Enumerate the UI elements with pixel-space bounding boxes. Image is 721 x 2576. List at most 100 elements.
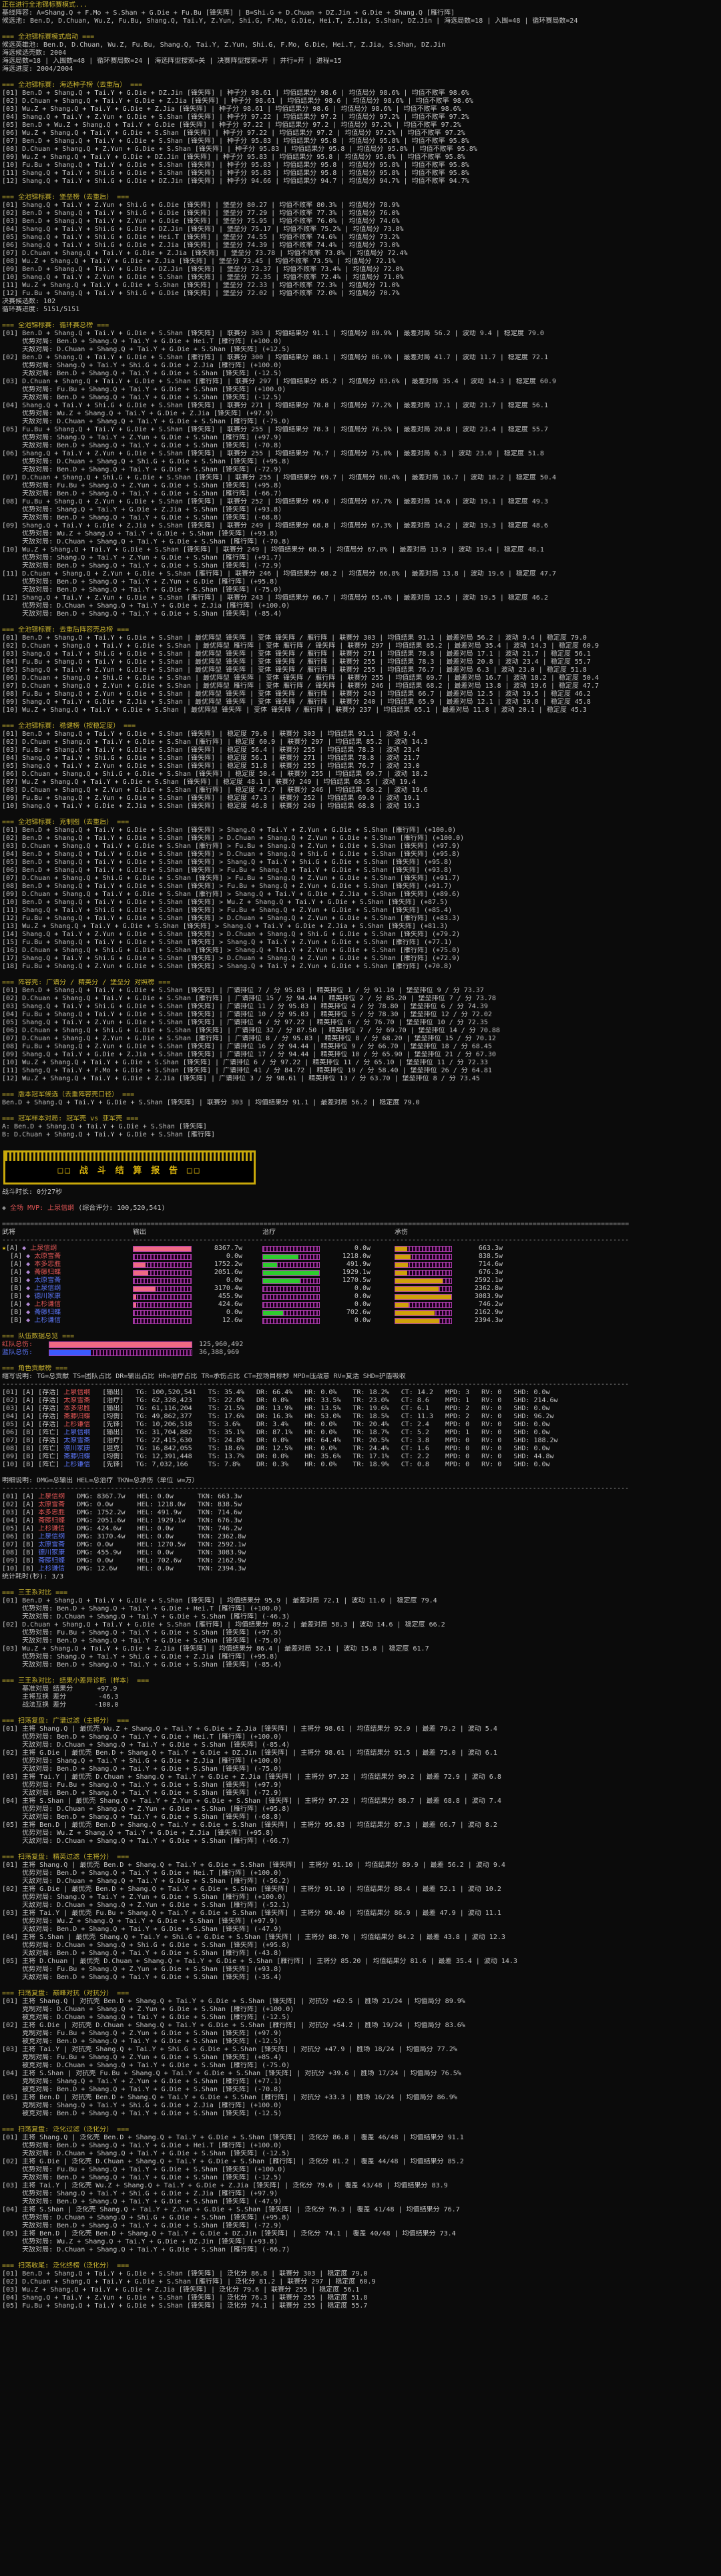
- terminal-line: [07] D.Chuan + Shang.Q + Tai.Y + G.Die +…: [2, 250, 408, 257]
- damage-value: 424.6w: [218, 1301, 242, 1308]
- section-sweep-final: === 扫荡收尾: 泛化终榜（泛化分） === [01] Ben.D + Shan…: [2, 2262, 721, 2310]
- hero-name-cell: ★[A] ◆ 上泉信纲: [2, 1245, 57, 1252]
- section-boot-status: 正在进行全池锦标赛模式... 基线阵容: A=Shang.Q + F.Mo + S…: [2, 1, 721, 33]
- tanked-bar: [395, 1277, 452, 1284]
- section-header: === 扫荡复盘: 广谱过滤（主将分） ===: [2, 1717, 130, 1725]
- healing-value: 1929.1w: [342, 1269, 371, 1276]
- section-sweep-generalize: === 扫荡复盘: 泛化过滤（泛化分） === [01] 主将 Shang.Q |…: [2, 2126, 721, 2262]
- healing-value: 491.9w: [346, 1261, 371, 1268]
- terminal-line: 海选候选壳数: 2004: [2, 49, 67, 57]
- terminal-line: [01] 主将 Shang.Q | 对抗壳 Ben.D + Shang.Q + …: [2, 1998, 465, 2005]
- terminal-line: [07] Wu.Z + Shang.Q + Tai.Y + G.Die + S.…: [2, 779, 416, 786]
- section-shell-ranking: === 全池锦标赛: 去重后阵容壳总榜 === [01] Ben.D + Shan…: [2, 626, 721, 722]
- terminal-line: 海选进度: 2004/2004: [2, 65, 73, 73]
- terminal-line: 优势对局: Wu.Z + Shang.Q + Tai.Y + G.Die + Z…: [2, 410, 274, 417]
- terminal-line: [06] D.Chuan + Shang.Q + Shi.G + G.Die +…: [2, 674, 599, 682]
- terminal-line: 决赛候选数: 102: [2, 298, 56, 305]
- terminal-line: 克制对局: Shang.Q + Tai.Y + Z.Yun + G.Die + …: [2, 2078, 282, 2085]
- terminal-line: 天敌对局: Ben.D + Shang.Q + Tai.Y + G.Die + …: [2, 370, 282, 377]
- section-team-overview: === 队伍数据总览 === 红队总伤: 125,960,492 蓝队总伤: 36,38…: [2, 1333, 721, 1365]
- tanked-bar: [395, 1309, 452, 1316]
- terminal-line: [09] [B] [阵亡] 斋藤归蝶 [均衡] TG: 12,391,448 T…: [2, 1453, 554, 1460]
- terminal-line: 天敌对局: Ben.D + Shang.Q + Tai.Y + G.Die + …: [2, 466, 282, 473]
- terminal-line: 优势对局: D.Chuan + Shang.Q + Shi.G + G.Die …: [2, 1942, 290, 1949]
- terminal-line: 优势对局: Ben.D + Shang.Q + Tai.Y + G.Die + …: [2, 1870, 282, 1877]
- terminal-line: [02] D.Chuan + Shang.Q + Tai.Y + G.Die +…: [2, 995, 496, 1002]
- separator-line: ========================================…: [2, 1221, 630, 1228]
- terminal-line: [13] Wu.Z + Shang.Q + Tai.Y + G.Die + S.…: [2, 923, 449, 930]
- terminal-line: [10] Shang.Q + Tai.Y + Z.Yun + G.Die + S…: [2, 274, 404, 281]
- terminal-line: [10] Wu.Z + Shang.Q + Tai.Y + G.Die + S.…: [2, 706, 587, 714]
- terminal-line: 克制对局: Fu.Bu + Shang.Q + Z.Yun + G.Die + …: [2, 2030, 282, 2037]
- section-header: === 三王系对比: 结果小差异诊断（样本） ===: [2, 1677, 150, 1685]
- terminal-line: [08] Fu.Bu + Shang.Q + Z.Yun + G.Die + S…: [2, 1043, 492, 1050]
- hero-name-cell: [B] ◆ 太原雪斋: [10, 1277, 61, 1284]
- terminal-line: [03] Wu.Z + Shang.Q + Tai.Y + G.Die + Z.…: [2, 2286, 360, 2294]
- terminal-line: 优势对局: Fu.Bu + Shang.Q + Tai.Y + G.Die + …: [2, 1781, 282, 1789]
- terminal-line: [04] Shang.Q + Tai.Y + Z.Yun + G.Die + S…: [2, 114, 469, 121]
- damage-bar: [133, 1277, 192, 1284]
- terminal-line: 天敌对局: Ben.D + Shang.Q + Tai.Y + G.Die + …: [2, 2174, 282, 2181]
- section-seed-ranking: === 全池锦标赛: 海选种子榜（去重后） === [01] Ben.D + Sh…: [2, 81, 721, 194]
- terminal-line: 被克对局: D.Chuan + Shang.Q + Tai.Y + G.Die …: [2, 2014, 290, 2021]
- terminal-line: [09] D.Chuan + Shang.Q + Tai.Y + G.Die +…: [2, 891, 461, 898]
- terminal-line: [04] Shang.Q + Tai.Y + Z.Yun + G.Die + S…: [2, 2294, 368, 2302]
- terminal-line: [02] D.Chuan + Shang.Q + Tai.Y + G.Die +…: [2, 1621, 445, 1629]
- damage-value: 0.0w: [226, 1253, 242, 1260]
- terminal-line: [04] Shang.Q + Tai.Y + Shi.G + G.Die + S…: [2, 402, 548, 409]
- terminal-line: [06] Wu.Z + Shang.Q + Tai.Y + G.Die + S.…: [2, 130, 465, 137]
- terminal-line: [11] Shang.Q + Tai.Y + F.Mo + G.Die + S.…: [2, 1067, 492, 1074]
- terminal-line: [06] D.Chuan + Shang.Q + Shi.G + G.Die +…: [2, 1027, 500, 1034]
- terminal-line: 优势对局: Fu.Bu + Shang.Q + Tai.Y + G.Die + …: [2, 2166, 286, 2173]
- terminal-line: [03] D.Chuan + Shang.Q + Tai.Y + G.Die +…: [2, 378, 557, 385]
- report-hero-row: [A] ◆ 斋藤归蝶 2051.6w 1929.1w 676.3w: [2, 1269, 721, 1277]
- damage-value: 12.6w: [222, 1317, 242, 1324]
- tanked-value: 2162.9w: [474, 1309, 503, 1316]
- healing-bar: [262, 1317, 320, 1324]
- terminal-line: 被克对局: Ben.D + Shang.Q + Tai.Y + G.Die + …: [2, 2038, 282, 2045]
- terminal-line: [07] [B] [存活] 太原雪斋 [治疗] TG: 22,415,630 T…: [2, 1437, 558, 1444]
- terminal-line: [02] 主将 G.Die | 对抗壳 D.Chuan + Shang.Q + …: [2, 2022, 465, 2029]
- healing-bar: [262, 1293, 320, 1300]
- terminal-line: 优势对局: Fu.Bu + Shang.Q + Z.Yun + G.Die + …: [2, 482, 282, 489]
- terminal-line: 优势对局: Shang.Q + Tai.Y + Z.Yun + G.Die + …: [2, 1894, 286, 1901]
- terminal-line: 天敌对局: D.Chuan + Shang.Q + Tai.Y + G.Die …: [2, 2150, 290, 2157]
- terminal-line: [04] [A] 斋藤归蝶 DMG: 2051.6w HEL: 1929.1w …: [2, 1517, 242, 1524]
- terminal-line: [09] Fu.Bu + Shang.Q + Z.Yun + G.Die + S…: [2, 795, 420, 802]
- terminal-line: [04] Fu.Bu + Shang.Q + Tai.Y + G.Die + S…: [2, 658, 591, 666]
- terminal-line: [10] Wu.Z + Shang.Q + Tai.Y + G.Die + S.…: [2, 546, 544, 554]
- damage-value: 455.9w: [218, 1293, 242, 1300]
- section-header: === 冠军样本对局: 冠军壳 vs 亚军壳 ===: [2, 1115, 139, 1122]
- terminal-line: [10] Wu.Z + Shang.Q + Tai.Y + G.Die + S.…: [2, 1059, 488, 1066]
- damage-bar: [133, 1245, 192, 1252]
- report-hero-row: [B] ◆ 上杉谦信 12.6w 0.0w 2394.3w: [2, 1317, 721, 1325]
- report-hero-row: [B] ◆ 上泉信纲 3170.4w 0.0w 2362.8w: [2, 1285, 721, 1293]
- terminal-line: [01] 主将 Shang.Q | 最优壳 Wu.Z + Shang.Q + T…: [2, 1725, 497, 1733]
- terminal-line: [09] [B] 斋藤归蝶 DMG: 0.0w HEL: 702.6w TKN:…: [2, 1557, 246, 1564]
- section-header: === 三王系对比 ===: [2, 1589, 68, 1596]
- terminal-line: [07] [B] 太原雪斋 DMG: 0.0w HEL: 1270.5w TKN…: [2, 1541, 246, 1548]
- section-header: === 全池锦标赛: 稳健榜（按稳定度） ===: [2, 722, 136, 730]
- damage-bar: [133, 1269, 192, 1276]
- terminal-line: 基线阵容: A=Shang.Q + F.Mo + S.Shan + G.Die …: [2, 9, 455, 17]
- tanked-value: 663.3w: [478, 1245, 503, 1252]
- section-detail-stats: 明细说明: DMG=总输出 HEL=总治疗 TKN=总承伤（单位 w=万） ---…: [2, 1477, 721, 1589]
- terminal-line: [12] Wu.Z + Shang.Q + Tai.Y + G.Die + Z.…: [2, 1075, 480, 1082]
- terminal-line: [03] 主将 Tai.Y | 最优壳 Fu.Bu + Shang.Q + Ta…: [2, 1910, 501, 1917]
- terminal-line: 优势对局: Fu.Bu + Shang.Q + Tai.Y + G.Die + …: [2, 1629, 282, 1637]
- terminal-line: [04] 主将 S.Shan | 最优壳 Shang.Q + Tai.Y + Z…: [2, 1797, 501, 1805]
- healing-bar: [262, 1309, 320, 1316]
- hero-name-cell: [A] ◆ 本多忠胜: [10, 1261, 61, 1268]
- terminal-line: 优势对局: Shang.Q + Tai.Y + Z.Yun + G.Die + …: [2, 434, 282, 441]
- terminal-line: 天敌对局: Ben.D + Shang.Q + Tai.Y + G.Die + …: [2, 610, 282, 618]
- terminal-line: 天敌对局: Ben.D + Shang.Q + Tai.Y + G.Die + …: [2, 394, 282, 401]
- tanked-value: 2362.8w: [474, 1285, 503, 1292]
- terminal-line: [02] 主将 G.Die | 最优壳 Ben.D + Shang.Q + Ta…: [2, 1886, 501, 1893]
- report-hero-row: [A] ◆ 上杉谦信 424.6w 0.0w 746.2w: [2, 1301, 721, 1309]
- terminal-line: [02] [A] [存活] 太原雪斋 [治疗] TG: 62,328,423 T…: [2, 1397, 558, 1404]
